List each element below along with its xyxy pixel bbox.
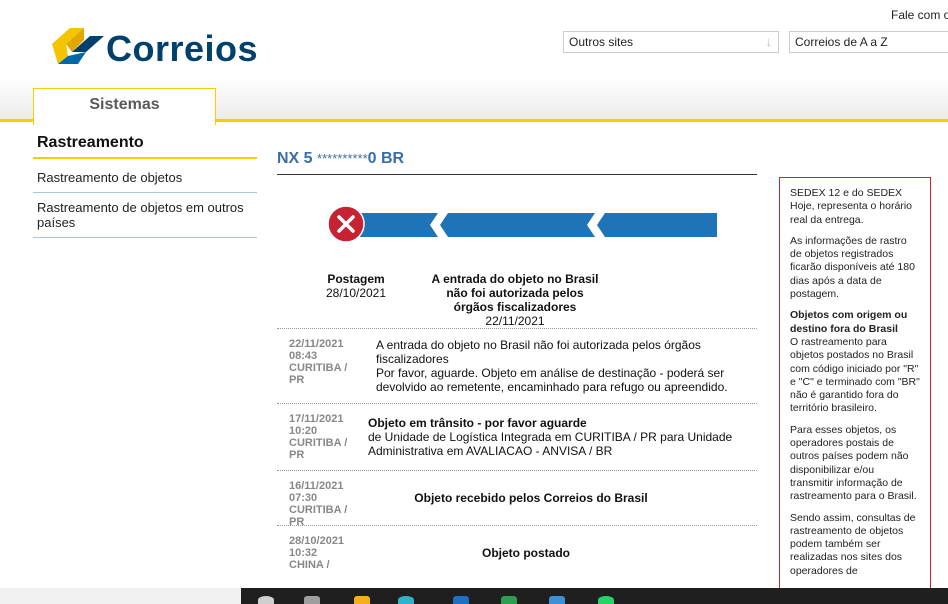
event-divider	[277, 470, 757, 471]
info-paragraph: Sendo assim, consultas de rastreamento d…	[790, 511, 916, 577]
event-divider	[277, 403, 757, 404]
event-date: 28/10/2021	[289, 535, 345, 547]
outros-sites-select[interactable]: Outros sites ↓	[563, 31, 779, 53]
progress-track	[346, 213, 717, 237]
tracking-code-mask: **********	[317, 151, 368, 166]
info-paragraph: SEDEX 12 e do SEDEX Hoje, representa o h…	[790, 187, 912, 226]
event-description: Objeto recebido pelos Correios do Brasil	[376, 491, 686, 505]
taskbar-dark-area	[241, 588, 948, 604]
event-date: 16/11/2021	[289, 480, 344, 492]
app-icon[interactable]	[453, 596, 469, 604]
correios-logo-icon	[52, 28, 104, 64]
event-time: 07:30	[289, 492, 318, 504]
event-date: 17/11/2021	[289, 413, 344, 425]
event-line: Por favor, aguarde. Objeto em análise de…	[376, 366, 728, 394]
stage-title: A entrada do objeto no Brasil não foi au…	[431, 272, 599, 314]
event-divider	[277, 525, 757, 526]
event-datetime: 17/11/2021 10:20 CURITIBA / PR	[289, 413, 361, 461]
event-place: CURITIBA / PR	[289, 362, 348, 386]
correios-logo[interactable]: Correios	[48, 22, 258, 69]
sidebar-title-underline	[33, 157, 257, 159]
whatsapp-icon[interactable]	[598, 596, 614, 604]
outros-sites-value: Outros sites	[569, 35, 634, 49]
event-time: 10:32	[289, 547, 318, 559]
event-description: A entrada do objeto no Brasil não foi au…	[376, 338, 738, 394]
event-datetime: 28/10/2021 10:32 CHINA /	[289, 535, 359, 571]
edge-browser-icon[interactable]	[398, 596, 414, 604]
stage-entrada-nao-autorizada: A entrada do objeto no Brasil não foi au…	[429, 272, 601, 328]
sidebar-divider	[33, 192, 257, 193]
event-divider	[277, 328, 757, 329]
info-paragraph: Para esses objetos, os operadores postai…	[790, 423, 917, 503]
tab-sistemas[interactable]: Sistemas	[33, 88, 216, 125]
sidebar-item-rastreamento-outros-paises[interactable]: Rastreamento de objetos em outros países	[37, 200, 255, 230]
fale-conosco-link[interactable]: Fale com o	[891, 8, 948, 22]
search-icon[interactable]	[258, 596, 274, 604]
tracking-code-suffix: 0 BR	[367, 150, 405, 167]
sidebar-divider	[33, 237, 257, 238]
stage-date: 22/11/2021	[485, 314, 545, 328]
sidebar-title: Rastreamento	[37, 134, 144, 151]
file-explorer-icon[interactable]	[354, 596, 370, 604]
sidebar-item-rastreamento-objetos[interactable]: Rastreamento de objetos	[37, 170, 255, 185]
event-time: 08:43	[289, 350, 318, 362]
event-description: Objeto postado	[376, 546, 676, 560]
event-date: 22/11/2021	[289, 338, 344, 350]
event-place: CHINA /	[289, 559, 330, 571]
info-heading: Objetos com origem ou destino fora do Br…	[790, 309, 908, 335]
info-box: SEDEX 12 e do SEDEX Hoje, representa o h…	[779, 177, 931, 604]
site-header: Correios Fale com o Outros sites ↓ Corre…	[0, 0, 948, 78]
app-icon[interactable]	[549, 596, 565, 604]
tracking-progress-bar	[327, 205, 717, 243]
tracking-code: NX 5 **********0 BR	[277, 150, 404, 168]
arrow-down-icon: ↓	[765, 34, 773, 49]
stage-title: Postagem	[327, 272, 385, 286]
excel-icon[interactable]	[501, 596, 517, 604]
event-time: 10:20	[289, 425, 318, 437]
event-title: Objeto postado	[482, 546, 570, 560]
stage-date: 28/10/2021	[325, 286, 387, 300]
tracking-code-divider	[277, 174, 757, 175]
info-paragraph: As informações de rastro de objetos regi…	[790, 234, 915, 301]
correios-az-value: Correios de A a Z	[795, 35, 888, 49]
info-paragraph: O rastreamento para objetos postados no …	[790, 335, 920, 415]
event-place: CURITIBA / PR	[289, 437, 348, 461]
tracking-code-prefix: NX 5	[277, 150, 313, 167]
event-title: Objeto recebido pelos Correios do Brasil	[414, 491, 648, 505]
task-view-icon[interactable]	[304, 596, 320, 604]
event-datetime: 22/11/2021 08:43 CURITIBA / PR	[289, 338, 359, 386]
logo-text: Correios	[106, 28, 259, 69]
event-datetime: 16/11/2021 07:30 CURITIBA / PR	[289, 480, 359, 528]
event-description: Objeto em trânsito - por favor aguarde d…	[368, 416, 748, 458]
correios-az-select[interactable]: Correios de A a Z	[789, 31, 948, 53]
event-title: Objeto em trânsito - por favor aguarde	[368, 416, 587, 430]
stage-postagem: Postagem 28/10/2021	[306, 272, 406, 300]
event-line: de Unidade de Logística Integrada em CUR…	[368, 430, 733, 458]
os-taskbar	[0, 588, 948, 604]
event-line: A entrada do objeto no Brasil não foi au…	[376, 338, 701, 366]
